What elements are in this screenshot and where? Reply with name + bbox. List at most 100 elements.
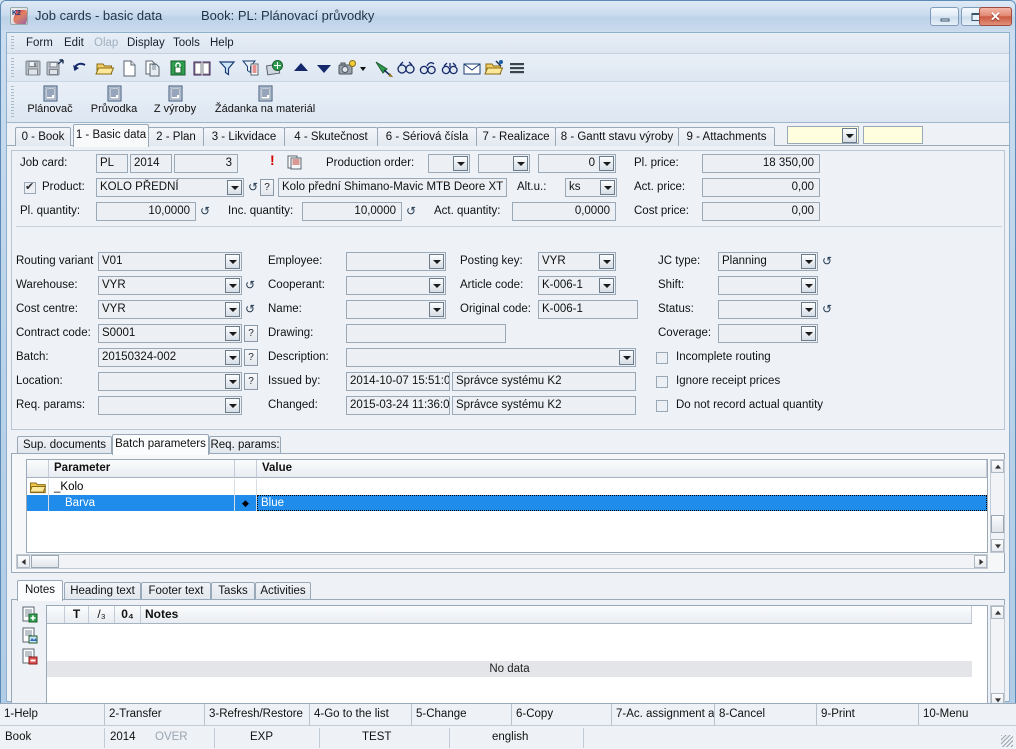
cost-centre-field[interactable]: VYR [98,300,242,319]
chevron-down-icon[interactable] [225,254,240,269]
changed-user-field[interactable]: Správce systému K2 [452,396,636,415]
camera-icon[interactable] [337,58,357,78]
name-field[interactable] [346,300,446,319]
notes-grid[interactable]: T /₃ 0₄ Notes No data [46,605,988,707]
arrow-down-icon[interactable] [314,58,334,78]
job-card-year-field[interactable]: 2014 [130,154,172,173]
pl-quantity-history-icon[interactable]: ↺ [200,204,212,218]
tab-realizace[interactable]: 7 - Realizace [476,127,556,146]
mail-icon[interactable] [462,58,482,78]
table-row[interactable]: Barva ◆ Blue [27,495,987,511]
open-folder-icon[interactable] [95,58,115,78]
tab-batch-parameters[interactable]: Batch parameters [112,434,209,455]
fn-key-1-help[interactable]: 1-Help [0,704,105,725]
chevron-down-icon[interactable] [619,350,634,365]
warehouse-field[interactable]: VYR [98,276,242,295]
description-field[interactable] [346,348,636,367]
tab-book[interactable]: 0 - Book [15,127,71,146]
toolbar-grip-handle[interactable] [11,58,14,78]
toolbar-button-planovac[interactable]: Plánovač [19,85,81,121]
production-order-number-field[interactable]: 0 [538,154,616,173]
print-stack-icon[interactable] [265,58,285,78]
menu-display[interactable]: Display [122,36,170,51]
scroll-thumb[interactable] [991,515,1004,533]
notes-col-slash3[interactable]: /₃ [89,606,115,623]
warehouse-history-icon[interactable]: ↺ [245,278,257,292]
tab-basic-data[interactable]: 1 - Basic data [73,124,149,147]
production-order-book-field[interactable] [428,154,470,173]
chevron-down-icon[interactable] [225,278,240,293]
fn-key-8-cancel[interactable]: 8-Cancel [715,704,817,725]
minimize-button[interactable] [930,7,959,26]
employee-field[interactable] [346,252,446,271]
pl-quantity-field[interactable]: 10,0000 [96,202,196,221]
chevron-down-icon[interactable] [429,302,444,317]
toolbar-button-z-vyroby[interactable]: Z výroby [147,85,203,121]
fn-key-10-menu[interactable]: 10-Menu [919,704,1016,725]
location-help-button[interactable]: ? [244,373,258,390]
fn-key-4-go-to-list[interactable]: 4-Go to the list [310,704,412,725]
status-field[interactable] [718,300,818,319]
production-order-year-field[interactable] [478,154,530,173]
cooperant-field[interactable] [346,276,446,295]
toolbar-button-pruvodka[interactable]: Průvodka [83,85,145,121]
find-next-icon[interactable] [418,58,438,78]
chevron-down-icon[interactable] [600,180,615,195]
undo-icon[interactable] [70,58,90,78]
menu-help[interactable]: Help [205,36,239,51]
cost-centre-history-icon[interactable]: ↺ [245,302,257,316]
inc-quantity-history-icon[interactable]: ↺ [406,204,418,218]
close-button[interactable]: ✕ [979,7,1012,26]
posting-key-field[interactable]: VYR [538,252,616,271]
notes-col-t[interactable]: T [65,606,89,623]
chevron-down-icon[interactable] [599,254,614,269]
grid-vertical-scrollbar[interactable] [990,459,1005,553]
book-icon[interactable] [192,58,212,78]
notes-col-zero4[interactable]: 0₄ [115,606,141,623]
scroll-down-button[interactable] [991,539,1004,552]
jc-type-history-icon[interactable]: ↺ [822,254,834,268]
act-quantity-field[interactable]: 0,0000 [512,202,616,221]
drawing-field[interactable] [346,324,506,343]
chevron-down-icon[interactable] [225,302,240,317]
scroll-thumb[interactable] [31,555,59,568]
tab-seriova-cisla[interactable]: 6 - Sériová čísla [377,127,477,146]
clipboard-icon[interactable] [286,154,303,171]
new-document-icon[interactable] [119,58,139,78]
tab-heading-text[interactable]: Heading text [64,582,141,600]
filter-icon[interactable] [217,58,237,78]
scroll-up-button[interactable] [991,460,1004,473]
chevron-down-icon[interactable] [225,398,240,413]
product-help-button[interactable]: ? [260,179,274,196]
chevron-down-icon[interactable] [801,254,816,269]
product-checkbox[interactable] [24,180,36,194]
tab-sup-documents[interactable]: Sup. documents [17,436,112,454]
issued-by-date-field[interactable]: 2014-10-07 15:51:00 [346,372,450,391]
chevron-down-icon[interactable] [225,374,240,389]
routing-variant-field[interactable]: V01 [98,252,242,271]
tab-filter-text[interactable] [863,126,923,144]
menu-form[interactable]: Form [21,36,58,51]
status-history-icon[interactable]: ↺ [822,302,834,316]
edit-pen-icon[interactable] [373,58,393,78]
batch-field[interactable]: 20150324-002 [98,348,242,367]
scroll-right-button[interactable] [974,555,987,568]
menu-lines-icon[interactable] [507,58,527,78]
scroll-left-button[interactable] [17,555,30,568]
grid-col-parameter[interactable]: Parameter [49,460,235,477]
tab-tasks[interactable]: Tasks [211,582,255,600]
job-card-number-field[interactable]: 3 [174,154,238,173]
contract-code-help-button[interactable]: ? [244,325,258,342]
act-price-field[interactable]: 0,00 [702,178,820,197]
cost-price-field[interactable]: 0,00 [702,202,820,221]
table-row[interactable]: _Kolo [27,479,987,495]
arrow-up-icon[interactable] [291,58,311,78]
delete-note-icon[interactable] [21,648,39,666]
job-card-book-field[interactable]: PL [96,154,128,173]
location-field[interactable] [98,372,242,391]
grid-horizontal-scrollbar[interactable] [16,554,988,569]
product-name-field[interactable]: Kolo přední Shimano-Mavic MTB Deore XT -… [278,178,507,197]
fn-key-2-transfer[interactable]: 2-Transfer [105,704,205,725]
chevron-down-icon[interactable] [429,254,444,269]
alt-unit-field[interactable]: ks [565,178,617,197]
